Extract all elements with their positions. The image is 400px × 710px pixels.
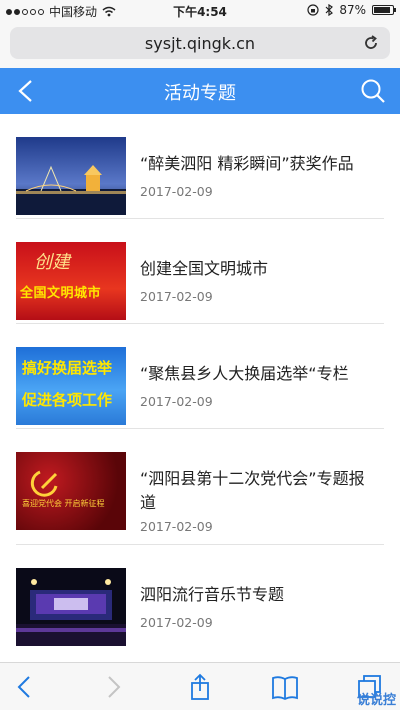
status-bar: 中国移动 下午4:54 87% bbox=[0, 0, 400, 22]
item-date: 2017-02-09 bbox=[140, 289, 213, 304]
thumbnail-night-city[interactable] bbox=[16, 137, 126, 215]
thumb-script-text: 创建 bbox=[34, 252, 70, 273]
orientation-lock-icon bbox=[307, 4, 319, 16]
status-right: 87% bbox=[307, 3, 396, 17]
item-title[interactable]: “聚焦县乡人大换届选举“专栏 bbox=[140, 362, 370, 386]
bluetooth-icon bbox=[325, 4, 334, 16]
item-title[interactable]: “醉美泗阳 精彩瞬间”获奖作品 bbox=[140, 152, 370, 176]
battery-icon bbox=[372, 5, 396, 15]
thumbnail-civilized-city[interactable]: 创建 全国文明城市 bbox=[16, 242, 126, 320]
list-item[interactable]: 泗阳流行音乐节专题 2017-02-09 bbox=[0, 545, 400, 650]
thumb-caption: 全国文明城市 bbox=[20, 286, 102, 301]
battery-percent: 87% bbox=[339, 3, 366, 17]
bookmarks-icon[interactable] bbox=[270, 673, 300, 701]
thumb-caption: 喜迎党代会 开启新征程 bbox=[22, 499, 105, 508]
item-date: 2017-02-09 bbox=[140, 394, 213, 409]
thumbnail-election[interactable]: 搞好换届选举 促进各项工作 bbox=[16, 347, 126, 425]
browser-toolbar: 说说控 bbox=[0, 662, 400, 710]
browser-forward-icon[interactable] bbox=[98, 673, 128, 701]
page-header: 活动专题 bbox=[0, 68, 400, 114]
night-city-photo-icon bbox=[16, 137, 126, 215]
page-title: 活动专题 bbox=[164, 83, 236, 104]
item-title[interactable]: “泗阳县第十二次党代会”专题报道 bbox=[140, 467, 370, 515]
item-title[interactable]: 泗阳流行音乐节专题 bbox=[140, 583, 370, 607]
topic-list: “醉美泗阳 精彩瞬间”获奖作品 2017-02-09 创建 全国文明城市 创建全… bbox=[0, 114, 400, 662]
list-item[interactable]: “醉美泗阳 精彩瞬间”获奖作品 2017-02-09 bbox=[0, 114, 400, 219]
list-item[interactable]: 创建 全国文明城市 创建全国文明城市 2017-02-09 bbox=[0, 219, 400, 324]
thumb-line-2: 促进各项工作 bbox=[22, 391, 113, 409]
browser-back-icon[interactable] bbox=[10, 673, 40, 701]
thumb-line-1: 搞好换届选举 bbox=[22, 359, 113, 377]
watermark-logo: 说说控 bbox=[356, 693, 396, 708]
concert-stage-photo-icon bbox=[16, 579, 126, 646]
url-text: sysjt.qingk.cn bbox=[144, 34, 256, 53]
list-item[interactable]: 喜迎党代会 开启新征程 “泗阳县第十二次党代会”专题报道 2017-02-09 bbox=[0, 429, 400, 545]
browser-address-bar: sysjt.qingk.cn bbox=[0, 22, 400, 68]
item-date: 2017-02-09 bbox=[140, 184, 213, 199]
list-item[interactable]: 搞好换届选举 促进各项工作 “聚焦县乡人大换届选举“专栏 2017-02-09 bbox=[0, 324, 400, 429]
search-icon[interactable] bbox=[360, 78, 386, 104]
item-title[interactable]: 创建全国文明城市 bbox=[140, 257, 370, 281]
battery-level bbox=[374, 7, 390, 13]
item-date: 2017-02-09 bbox=[140, 519, 213, 534]
hammer-sickle-icon bbox=[30, 470, 58, 497]
item-date: 2017-02-09 bbox=[140, 615, 213, 630]
thumbnail-party-congress[interactable]: 喜迎党代会 开启新征程 bbox=[16, 452, 126, 530]
reload-icon[interactable] bbox=[362, 34, 380, 52]
url-field[interactable]: sysjt.qingk.cn bbox=[10, 27, 390, 59]
thumbnail-concert[interactable] bbox=[16, 568, 126, 646]
share-icon[interactable] bbox=[185, 673, 215, 701]
